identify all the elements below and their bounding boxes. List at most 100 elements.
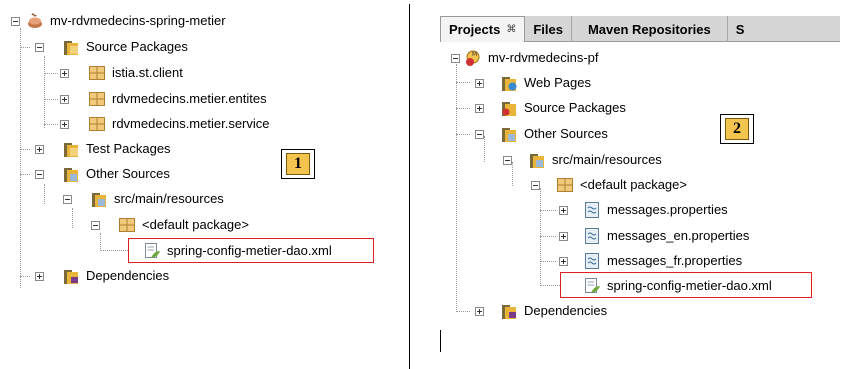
web-folder-icon: [502, 77, 517, 91]
collapse-toggle[interactable]: [11, 17, 20, 26]
tree-node-properties-file[interactable]: messages_en.properties: [583, 225, 749, 247]
folder-icon: [64, 143, 78, 157]
package-icon: [89, 117, 105, 131]
tab-projects[interactable]: Projects ⌘: [440, 16, 526, 42]
expand-toggle[interactable]: [559, 206, 568, 215]
tree-label: Dependencies: [86, 268, 170, 283]
collapse-toggle[interactable]: [451, 54, 460, 63]
callout-badge: 2: [720, 114, 754, 144]
tree-label: Dependencies: [524, 303, 608, 318]
collapse-toggle[interactable]: [91, 221, 100, 230]
tree-label: <default package>: [580, 177, 687, 192]
svg-text:M: M: [472, 51, 477, 58]
callout-number: 2: [733, 120, 741, 137]
tree-label: Test Packages: [86, 141, 171, 156]
tree-node-xml-file[interactable]: spring-config-metier-dao.xml: [583, 275, 772, 297]
callout-badge: 1: [281, 149, 315, 179]
project-name: mv-rdvmedecins-pf: [488, 50, 599, 65]
tree-label: spring-config-metier-dao.xml: [167, 243, 332, 258]
collapse-toggle[interactable]: [531, 181, 540, 190]
collapse-toggle[interactable]: [35, 43, 44, 52]
tree-label: spring-config-metier-dao.xml: [607, 278, 772, 293]
tree-node-other-sources[interactable]: Other Sources: [500, 123, 608, 145]
dependencies-icon: [502, 305, 516, 319]
collapse-toggle[interactable]: [35, 170, 44, 179]
tree-node-source-packages[interactable]: Source Packages: [62, 36, 188, 58]
tab-bar: Projects ⌘ Files Maven Repositories S: [440, 16, 840, 42]
folder-icon: [64, 168, 78, 182]
tab-label: S: [735, 21, 745, 37]
project-name: mv-rdvmedecins-spring-metier: [50, 13, 226, 28]
folder-icon: [530, 154, 544, 168]
tree-node-xml-file[interactable]: spring-config-metier-dao.xml: [143, 240, 332, 262]
tree-node-project[interactable]: mv-rdvmedecins-spring-metier: [26, 10, 226, 32]
panel-divider: [409, 4, 410, 369]
folder-icon: [502, 128, 516, 142]
project-tree-panel-2: Projects ⌘ Files Maven Repositories S M …: [440, 0, 842, 369]
tree-node-properties-file[interactable]: messages_fr.properties: [583, 250, 742, 272]
tree-node-test-packages[interactable]: Test Packages: [62, 138, 171, 160]
project-tree-2: M mv-rdvmedecins-pf Web Pages Source Pac…: [440, 42, 818, 330]
tab-label: Files: [533, 21, 563, 37]
tree-node-package[interactable]: istia.st.client: [88, 62, 183, 84]
tree-label: <default package>: [142, 217, 249, 232]
folder-icon: [64, 41, 78, 55]
tab-overflow[interactable]: S: [728, 16, 753, 42]
tree-node-other-sources[interactable]: Other Sources: [62, 163, 170, 185]
collapse-toggle[interactable]: [475, 130, 484, 139]
tree-label: Web Pages: [524, 75, 591, 90]
tab-label: Projects: [449, 22, 501, 37]
xml-config-file-icon: [585, 278, 600, 293]
tree-node-properties-file[interactable]: messages.properties: [583, 199, 728, 221]
tree-label: src/main/resources: [552, 152, 662, 167]
tree-node-default-package[interactable]: <default package>: [118, 214, 249, 236]
package-icon: [119, 218, 135, 232]
folder-icon: [502, 102, 516, 116]
tree-node-default-package[interactable]: <default package>: [556, 174, 687, 196]
xml-config-file-icon: [145, 243, 160, 258]
expand-toggle[interactable]: [60, 95, 69, 104]
expand-toggle[interactable]: [475, 104, 484, 113]
expand-toggle[interactable]: [475, 79, 484, 88]
expand-toggle[interactable]: [475, 307, 484, 316]
tree-label: Source Packages: [524, 100, 626, 115]
close-icon[interactable]: ⌘: [506, 24, 516, 35]
tree-node-dependencies[interactable]: Dependencies: [500, 300, 607, 322]
tree-label: Other Sources: [86, 166, 170, 181]
tree-label: messages_en.properties: [607, 228, 750, 243]
tree-label: istia.st.client: [112, 65, 183, 80]
expand-toggle[interactable]: [60, 120, 69, 129]
tree-label: messages.properties: [607, 202, 728, 217]
tree-label: Source Packages: [86, 39, 188, 54]
tab-files[interactable]: Files: [525, 16, 572, 42]
tree-node-resources[interactable]: src/main/resources: [90, 188, 224, 210]
tree-label: rdvmedecins.metier.service: [112, 116, 270, 131]
tree-node-dependencies[interactable]: Dependencies: [62, 265, 169, 287]
tree-node-source-packages[interactable]: Source Packages: [500, 97, 626, 119]
package-icon: [557, 178, 573, 192]
expand-toggle[interactable]: [559, 232, 568, 241]
tree-node-web-pages[interactable]: Web Pages: [500, 72, 591, 94]
collapse-toggle[interactable]: [63, 195, 72, 204]
tab-maven-repositories[interactable]: Maven Repositories: [572, 16, 728, 42]
tree-label: messages_fr.properties: [607, 253, 743, 268]
tree-node-project[interactable]: M mv-rdvmedecins-pf: [464, 47, 599, 69]
collapse-toggle[interactable]: [503, 156, 512, 165]
tree-label: rdvmedecins.metier.entites: [112, 91, 267, 106]
project-tree-panel-1: mv-rdvmedecins-spring-metier Source Pack…: [0, 0, 400, 369]
expand-toggle[interactable]: [35, 272, 44, 281]
callout-number: 1: [294, 155, 302, 172]
folder-icon: [92, 193, 106, 207]
properties-file-icon: [585, 202, 599, 218]
expand-toggle[interactable]: [35, 145, 44, 154]
expand-toggle[interactable]: [559, 257, 568, 266]
tree-node-package[interactable]: rdvmedecins.metier.service: [88, 113, 270, 135]
tree-node-package[interactable]: rdvmedecins.metier.entites: [88, 88, 267, 110]
tree-node-resources[interactable]: src/main/resources: [528, 149, 662, 171]
expand-toggle[interactable]: [60, 69, 69, 78]
package-icon: [89, 92, 105, 106]
maven-project-icon: [28, 13, 42, 28]
maven-project-icon: M: [466, 50, 480, 66]
properties-file-icon: [585, 253, 599, 269]
panel-edge: [440, 330, 454, 352]
